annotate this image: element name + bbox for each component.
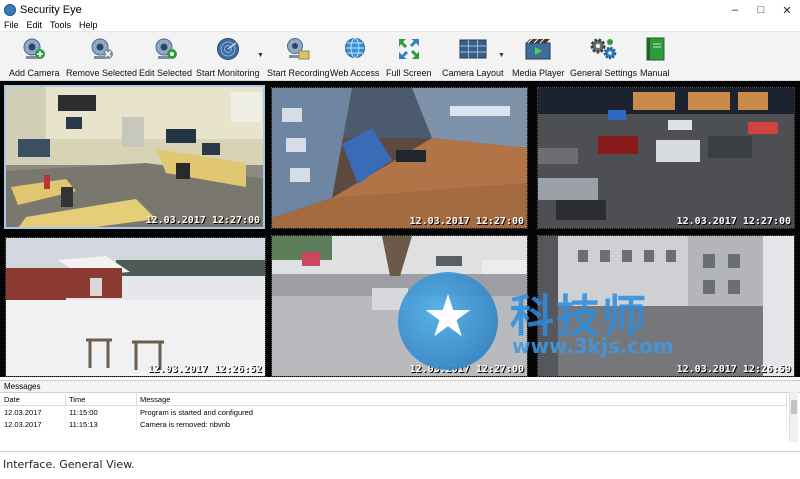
manual-label: Manual — [640, 68, 670, 78]
message-time: 11:15:13 — [65, 418, 137, 430]
remove-selected-button[interactable]: Remove Selected — [66, 35, 138, 78]
camera-view-4[interactable]: 12.03.2017 12:26:52 — [5, 237, 266, 377]
app-icon — [4, 4, 16, 16]
messages-table: Date Time Message 12.03.2017 11:15:00 Pr… — [1, 394, 787, 430]
close-button[interactable]: ✕ — [774, 0, 800, 20]
menu-file[interactable]: File — [0, 20, 23, 30]
maximize-button[interactable]: □ — [748, 0, 774, 20]
message-time: 11:15:00 — [65, 405, 137, 418]
add-camera-icon — [22, 37, 46, 61]
layout-dropdown-arrow-icon[interactable]: ▼ — [498, 52, 505, 59]
monitoring-dropdown-arrow-icon[interactable]: ▼ — [257, 52, 264, 59]
edit-selected-label: Edit Selected — [139, 68, 193, 78]
edit-selected-button[interactable]: Edit Selected — [139, 35, 193, 78]
message-date: 12.03.2017 — [1, 418, 66, 430]
camera-view-1[interactable]: 12.03.2017 12:27:00 — [4, 85, 265, 229]
camera-layout-label: Camera Layout — [442, 68, 504, 78]
camera-1-timestamp: 12.03.2017 12:27:00 — [145, 215, 260, 226]
watermark: ★ 科技师 www.3kjs.com — [398, 272, 698, 370]
add-camera-label: Add Camera — [9, 68, 60, 78]
toolbar: Add Camera Remove Selected Edit Selected… — [0, 31, 800, 81]
camera-3-timestamp: 12.03.2017 12:27:00 — [676, 216, 791, 227]
menu-help[interactable]: Help — [75, 20, 102, 30]
message-text: Program is started and configured — [136, 405, 787, 418]
start-monitoring-button[interactable]: Start Monitoring — [196, 35, 260, 78]
general-settings-button[interactable]: General Settings — [570, 35, 638, 78]
record-icon — [286, 37, 310, 61]
window-controls: – □ ✕ — [722, 0, 800, 20]
start-monitoring-label: Start Monitoring — [196, 68, 260, 78]
media-player-icon — [524, 37, 552, 61]
window-title: Security Eye — [20, 4, 82, 16]
title-bar: Security Eye – □ ✕ — [0, 0, 800, 20]
camera-4-timestamp: 12.03.2017 12:26:52 — [147, 364, 262, 375]
globe-icon — [343, 37, 367, 61]
menu-bar: File Edit Tools Help — [0, 18, 800, 31]
messages-title: Messages — [0, 381, 800, 393]
start-recording-label: Start Recording — [267, 68, 330, 78]
messages-header-row: Date Time Message — [1, 394, 787, 406]
general-settings-label: General Settings — [570, 68, 638, 78]
message-date: 12.03.2017 — [1, 405, 66, 418]
add-camera-button[interactable]: Add Camera — [9, 35, 60, 78]
watermark-url: www.3kjs.com — [512, 334, 674, 358]
scrollbar-thumb[interactable] — [791, 400, 797, 414]
column-header-date[interactable]: Date — [1, 394, 66, 406]
web-access-button[interactable]: Web Access — [330, 35, 380, 78]
menu-tools[interactable]: Tools — [46, 20, 75, 30]
camera-layout-button[interactable]: Camera Layout — [442, 35, 504, 78]
divider — [0, 451, 800, 452]
remove-camera-icon — [90, 37, 114, 61]
camera-view-3[interactable]: 12.03.2017 12:27:00 — [537, 87, 795, 229]
layout-icon — [459, 37, 487, 61]
full-screen-label: Full Screen — [386, 68, 432, 78]
camera-view-2[interactable]: 12.03.2017 12:27:00 — [271, 87, 528, 229]
manual-book-icon — [643, 37, 667, 61]
media-player-button[interactable]: Media Player — [512, 35, 565, 78]
full-screen-button[interactable]: Full Screen — [386, 35, 432, 78]
remove-selected-label: Remove Selected — [66, 68, 138, 78]
menu-edit[interactable]: Edit — [23, 20, 47, 30]
gear-icon — [589, 37, 619, 61]
table-row[interactable]: 12.03.2017 11:15:00 Program is started a… — [1, 405, 787, 418]
edit-camera-icon — [154, 37, 178, 61]
table-row[interactable]: 12.03.2017 11:15:13 Camera is removed: n… — [1, 418, 787, 430]
messages-scrollbar[interactable] — [789, 392, 798, 442]
star-icon: ★ — [422, 284, 474, 349]
web-access-label: Web Access — [330, 68, 380, 78]
camera-2-timestamp: 12.03.2017 12:27:00 — [409, 216, 524, 227]
manual-button[interactable]: Manual — [640, 35, 670, 78]
camera-6-timestamp: 12.03.2017 12:26:59 — [676, 364, 791, 375]
column-header-time[interactable]: Time — [65, 394, 137, 406]
minimize-button[interactable]: – — [722, 0, 748, 20]
radar-icon — [216, 37, 240, 61]
media-player-label: Media Player — [512, 68, 565, 78]
messages-panel: Messages Date Time Message 12.03.2017 11… — [0, 380, 800, 451]
caption-text: Interface. General View. — [3, 458, 135, 471]
start-recording-button[interactable]: Start Recording — [267, 35, 330, 78]
fullscreen-icon — [397, 37, 421, 61]
message-text: Camera is removed: nbvnb — [136, 418, 787, 430]
column-header-message[interactable]: Message — [136, 394, 787, 406]
